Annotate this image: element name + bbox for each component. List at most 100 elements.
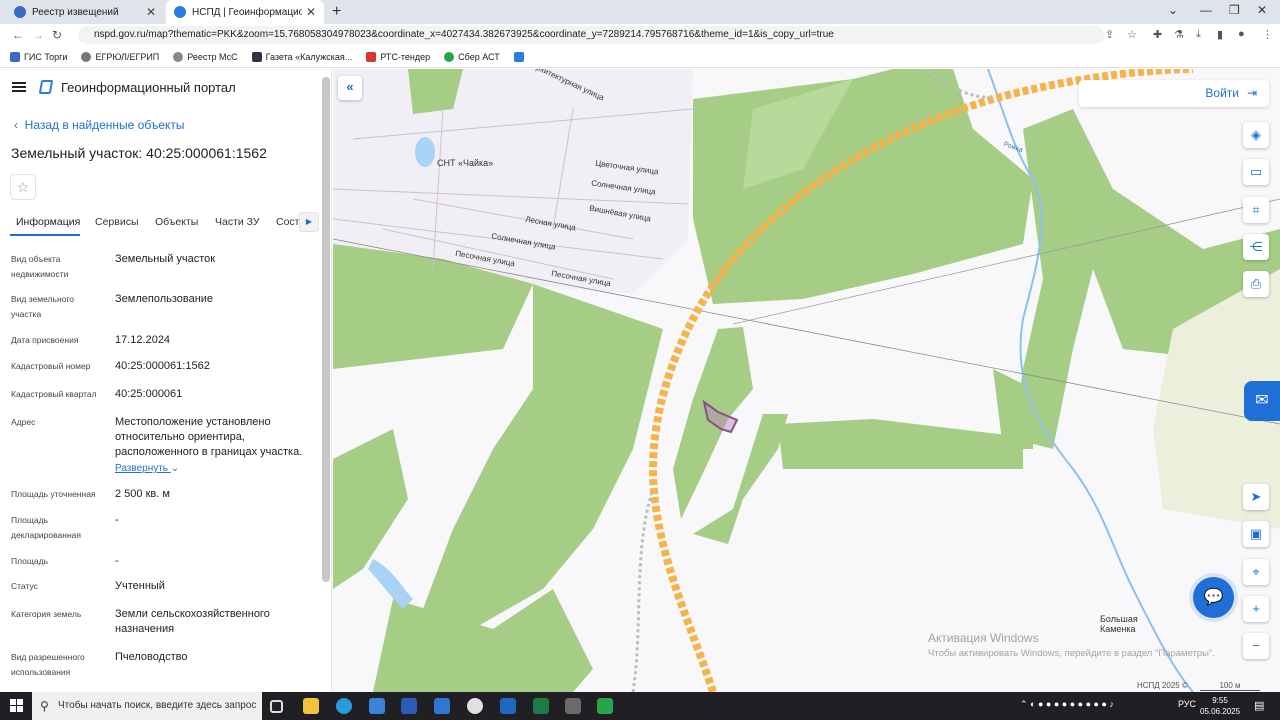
store-icon[interactable] xyxy=(369,698,385,714)
bookmarks-bar: ГИС Торги ЕГРЮЛ/ЕГРИП Реестр МсС Газета … xyxy=(0,46,1280,68)
bookmark-sber-ast[interactable]: Сбер АСТ xyxy=(444,51,500,62)
map-canvas[interactable]: СНТ «Чайка» Архитектурная улица Цветочна… xyxy=(333,69,1280,692)
collapse-panel-icon[interactable]: « xyxy=(338,76,362,100)
portal-title: Геоинформационный портал xyxy=(61,80,236,95)
bookmark-reestr-msp[interactable]: Реестр МсС xyxy=(173,51,238,62)
chat-bubble-icon[interactable]: 💬 xyxy=(1193,577,1234,618)
excel-icon[interactable] xyxy=(533,698,549,714)
word-icon[interactable] xyxy=(401,698,417,714)
bookmark-star-icon[interactable]: ☆ xyxy=(1127,28,1137,41)
notifications-icon[interactable]: ▤ xyxy=(1254,699,1264,712)
tab-parts[interactable]: Части ЗУ xyxy=(215,216,260,228)
zoom-in-icon[interactable]: + xyxy=(1243,596,1269,622)
active-tab-indicator xyxy=(10,234,80,236)
edge-icon[interactable] xyxy=(336,698,352,714)
close-tab-icon[interactable]: ✕ xyxy=(146,5,156,19)
close-window-icon[interactable]: ✕ xyxy=(1257,3,1267,17)
portal-logo-icon xyxy=(38,80,54,94)
bookmark-gis-torgi[interactable]: ГИС Торги xyxy=(10,51,67,62)
property-label: Вид разрешенного использования xyxy=(11,652,85,677)
property-label: Дата присвоения xyxy=(11,335,79,345)
property-value: Пчеловодство xyxy=(115,651,188,663)
url-field[interactable]: nspd.gov.ru/map?thematic=PKK&zoom=15.768… xyxy=(78,26,1104,44)
print-icon[interactable]: ⎙ xyxy=(1243,271,1269,297)
map-attribution: НСПД 2025 © xyxy=(1137,681,1188,690)
tabs-scroll-right-icon[interactable]: ▶ xyxy=(299,212,319,232)
app-house-icon[interactable] xyxy=(597,698,613,714)
zoom-out-icon[interactable]: − xyxy=(1243,633,1269,659)
bookmark-gazeta[interactable]: Газета «Калужская... xyxy=(251,51,352,62)
download-icon[interactable]: ⤓ xyxy=(1196,28,1201,41)
tab-information[interactable]: Информация xyxy=(16,216,80,228)
info-panel: Геоинформационный портал ‹ Назад в найде… xyxy=(0,69,332,692)
tab-objects[interactable]: Объекты xyxy=(155,216,198,228)
language-indicator[interactable]: РУС xyxy=(1178,699,1196,709)
tab-search-icon[interactable]: ⌄ xyxy=(1168,3,1178,17)
menu-icon[interactable] xyxy=(12,82,26,92)
layers-icon[interactable]: ◈ xyxy=(1243,122,1269,148)
profile-icon[interactable]: ● xyxy=(1238,28,1245,40)
property-value: Учтенный xyxy=(115,580,165,592)
property-label: Адрес xyxy=(11,417,36,427)
nspd-bookmark-icon xyxy=(513,51,524,62)
search-placeholder: Чтобы начать поиск, введите здесь запрос xyxy=(58,700,257,711)
close-tab-icon[interactable]: ✕ xyxy=(306,5,316,19)
property-value: Земельный участок xyxy=(115,253,216,265)
tab-nspd[interactable]: НСПД | Геоинформационный п ✕ xyxy=(166,0,324,24)
clock-date: 05.06.2025 xyxy=(1200,707,1241,716)
task-view-icon[interactable] xyxy=(270,700,283,713)
property-label: Вид объекта недвижимости xyxy=(11,254,69,279)
property-label: Кадастровый номер xyxy=(11,361,91,371)
tab-services[interactable]: Сервисы xyxy=(95,216,139,228)
tray-icons[interactable]: ⌃ ◐ ● ● ● ● ● ● ● ● ● ♪ xyxy=(1020,699,1114,710)
object-title: Земельный участок: 40:25:000061:1562 xyxy=(11,145,267,161)
tab-registry[interactable]: Реестр извещений ✕ xyxy=(6,0,164,24)
system-clock[interactable]: 9:55 05.06.2025 xyxy=(1200,695,1240,717)
gis-torgi-icon xyxy=(10,51,20,62)
favorite-star-icon[interactable]: ☆ xyxy=(10,174,36,200)
ruler-icon[interactable]: ▭ xyxy=(1243,159,1269,185)
sidebar-icon[interactable]: ▮ xyxy=(1217,28,1223,41)
outlook-icon[interactable] xyxy=(500,698,516,714)
bookmark-rts[interactable]: РТС-тендер xyxy=(366,51,430,62)
new-tab-icon[interactable]: + xyxy=(332,3,341,21)
taskbar-search-input[interactable]: ⚲ Чтобы начать поиск, введите здесь запро… xyxy=(32,692,262,720)
rts-icon xyxy=(366,51,377,62)
login-button[interactable]: Войти ⇥ xyxy=(1079,80,1269,107)
sber-icon xyxy=(444,51,455,62)
expand-address-link[interactable]: Развернуть ⌄ xyxy=(115,463,179,474)
minimap-icon[interactable]: ▣ xyxy=(1243,521,1269,547)
scale-label: 100 м xyxy=(1219,681,1241,690)
menu-dots-icon[interactable]: ⋮ xyxy=(1262,28,1273,41)
locate-icon[interactable]: ➤ xyxy=(1243,484,1269,510)
extensions-icon[interactable]: ✚ xyxy=(1153,28,1162,41)
forward-arrow-icon[interactable]: → xyxy=(32,28,44,42)
login-label: Войти xyxy=(1205,86,1239,100)
nspd-favicon-icon xyxy=(174,6,186,18)
flask-icon[interactable]: ⚗ xyxy=(1174,28,1184,41)
maximize-icon[interactable]: ❐ xyxy=(1229,3,1240,17)
location-pin-icon[interactable]: ⌖ xyxy=(1243,559,1269,585)
back-to-results-link[interactable]: ‹ Назад в найденные объекты xyxy=(14,118,185,132)
calculator-icon[interactable] xyxy=(565,698,581,714)
windows-start-icon[interactable] xyxy=(10,699,23,712)
chrome-icon[interactable] xyxy=(467,698,483,714)
reload-icon[interactable]: ↻ xyxy=(52,28,62,42)
property-value: - xyxy=(115,514,119,526)
feedback-chat-icon[interactable]: ✉ xyxy=(1244,381,1280,421)
gazeta-icon xyxy=(251,51,262,62)
property-value: - xyxy=(115,555,119,567)
bookmark-nspd[interactable] xyxy=(513,51,524,62)
share-icon[interactable]: ⇪ xyxy=(1105,28,1114,41)
back-arrow-icon[interactable]: ← xyxy=(12,28,24,42)
minimize-icon[interactable]: — xyxy=(1200,3,1212,17)
panel-scrollbar[interactable] xyxy=(322,77,330,582)
property-label: Вид земельного участка xyxy=(11,294,75,319)
select-area-icon[interactable]: ⌗ xyxy=(1243,197,1269,223)
map-label-village: Большая Каменка xyxy=(1100,614,1138,634)
bookmark-egrul[interactable]: ЕГРЮЛ/ЕГРИП xyxy=(81,51,159,62)
file-explorer-icon[interactable] xyxy=(303,698,319,714)
share-icon[interactable]: ⋲ xyxy=(1243,234,1269,260)
mail-icon[interactable] xyxy=(434,698,450,714)
back-link-label: Назад в найденные объекты xyxy=(24,118,185,132)
